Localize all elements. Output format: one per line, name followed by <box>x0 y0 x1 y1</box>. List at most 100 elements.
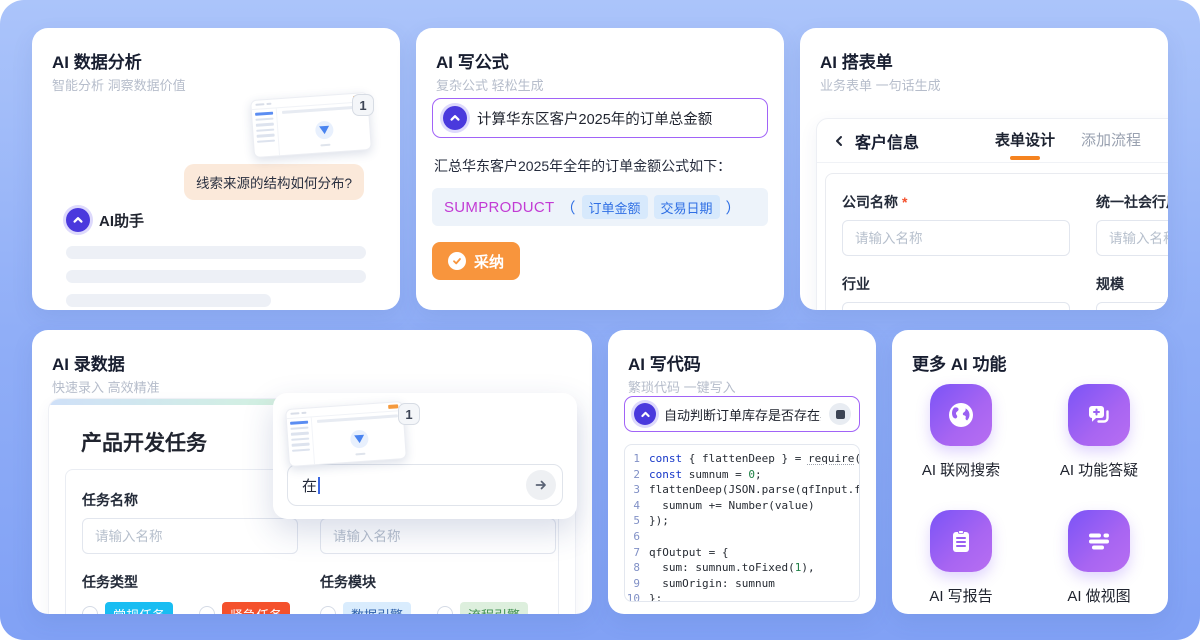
code-line: 1const { flattenDeep } = require('lodas <box>625 451 859 467</box>
thumbnail-orange-button <box>388 404 398 409</box>
ai-prompt-input[interactable]: 计算华东区客户2025年的订单总金额 <box>432 98 768 138</box>
line-content: const sumnum = 0; <box>649 467 859 483</box>
radio-option[interactable]: 紧急任务 <box>199 602 290 614</box>
radio-circle-icon[interactable] <box>199 606 215 614</box>
industry-select[interactable]: 请选择 ▼ <box>842 302 1070 310</box>
line-number: 10 <box>625 591 649 602</box>
line-content: const { flattenDeep } = require('lodas <box>649 451 859 467</box>
feature-item[interactable]: AI 做视图 <box>1030 510 1168 606</box>
company-name-input[interactable] <box>842 220 1070 256</box>
globe-icon <box>930 384 992 446</box>
radio-option[interactable]: 常规任务 <box>82 602 173 614</box>
radio-circle-icon[interactable] <box>82 606 98 614</box>
option-tag: 数据引擎 <box>343 602 411 614</box>
radio-option[interactable]: 数据引擎 <box>320 602 411 614</box>
tab-form-design[interactable]: 表单设计 <box>995 119 1055 163</box>
field-chip: 订单金额 <box>582 195 648 219</box>
option-tag: 流程引擎 <box>460 602 528 614</box>
ai-entry-dialog: 1 在 <box>273 393 577 519</box>
accept-button[interactable]: 采纳 <box>432 242 520 280</box>
card-subtitle: 繁琐代码 一键写入 <box>628 377 736 396</box>
field-label: 公司名称* <box>842 192 1070 212</box>
ai-typing-input[interactable]: 在 <box>287 464 563 506</box>
card-title: AI 写公式 <box>436 48 509 73</box>
card-ai-data-entry: AI 录数据 快速录入 高效精准 产品开发任务 任务名称 <box>32 330 592 614</box>
ai-prompt-input[interactable]: 自动判断订单库存是否存在异常 <box>624 396 860 432</box>
line-content: sum: sumnum.toFixed(1), <box>649 560 859 576</box>
radio-option[interactable]: 流程引擎 <box>437 602 528 614</box>
code-editor-lines: 1const { flattenDeep } = require('lodas2… <box>625 451 859 602</box>
card-subtitle: 智能分析 洞察数据价值 <box>52 75 186 94</box>
credit-code-input[interactable] <box>1096 220 1168 256</box>
task-type-options: 常规任务 紧急任务 <box>82 602 298 614</box>
scale-select[interactable]: 请选择 ▼ <box>1096 302 1168 310</box>
feature-label: AI 功能答疑 <box>1060 459 1138 480</box>
field-label: 规模 <box>1096 274 1168 294</box>
code-line: 10}; <box>625 591 859 602</box>
thumbnail-content <box>312 411 406 465</box>
back-button[interactable] <box>833 135 845 147</box>
line-number: 8 <box>625 560 649 576</box>
funnel-chart-icon <box>314 120 333 139</box>
card-subtitle: 业务表单 一句话生成 <box>820 75 941 94</box>
send-button[interactable] <box>526 470 556 500</box>
line-number: 2 <box>625 467 649 483</box>
radio-circle-icon[interactable] <box>320 606 336 614</box>
accept-label: 采纳 <box>474 251 504 272</box>
feature-item[interactable]: AI 写报告 <box>892 510 1030 606</box>
ai-assistant-icon <box>634 403 656 425</box>
feature-label: AI 做视图 <box>1067 585 1130 606</box>
feature-item[interactable]: AI 联网搜索 <box>892 384 1030 480</box>
feature-item[interactable]: AI 功能答疑 <box>1030 384 1168 480</box>
step-badge: 1 <box>398 403 420 425</box>
formula-result: SUMPRODUCT （ 订单金额 交易日期 ） <box>432 188 768 226</box>
card-ai-data-analysis: AI 数据分析 智能分析 洞察数据价值 1 线索来源的结构如何分布? <box>32 28 400 310</box>
views-icon <box>1068 510 1130 572</box>
card-title: 更多 AI 功能 <box>912 350 1006 375</box>
report-icon <box>930 510 992 572</box>
ai-assistant-icon <box>443 106 467 130</box>
task-name-input[interactable] <box>82 518 298 554</box>
task-module-options: 数据引擎 流程引擎 <box>320 602 556 614</box>
field-label: 任务名称 <box>82 490 298 510</box>
typed-text: 在 <box>302 475 317 496</box>
funnel-chart-icon <box>349 429 368 448</box>
field-label: 统一社会行用 <box>1096 192 1168 212</box>
line-content: flattenDeep(JSON.parse(qfInput.field1 <box>649 482 859 498</box>
card-ai-form-builder: AI 搭表单 业务表单 一句话生成 客户信息 表单设计 添加流程 <box>800 28 1168 310</box>
line-number: 9 <box>625 576 649 592</box>
code-line: 9 sumOrigin: sumnum <box>625 576 859 592</box>
form-heading: 产品开发任务 <box>81 427 207 457</box>
stop-button[interactable] <box>829 403 851 425</box>
stop-icon <box>836 410 845 419</box>
tab-label: 添加流程 <box>1081 132 1141 149</box>
chat-plus-icon <box>1068 384 1130 446</box>
field-label: 任务类型 <box>82 572 298 592</box>
form-fields-card: 公司名称* 统一社会行用 行业 <box>825 173 1168 310</box>
line-content: sumnum += Number(value) <box>649 498 859 514</box>
assistant-row: AI助手 <box>66 208 144 232</box>
radio-circle-icon[interactable] <box>437 606 453 614</box>
tab-bar: 表单设计 添加流程 <box>995 119 1167 163</box>
card-ai-formula: AI 写公式 复杂公式 轻松生成 计算华东区客户2025年的订单总金额 汇总华东… <box>416 28 784 310</box>
app-screenshot-thumbnail <box>285 401 407 467</box>
line-number: 7 <box>625 545 649 561</box>
skeleton-line <box>66 294 271 307</box>
card-title: AI 录数据 <box>52 350 125 375</box>
feature-label: AI 写报告 <box>929 585 992 606</box>
task-name-input-2[interactable] <box>320 518 556 554</box>
feature-label: AI 联网搜索 <box>922 459 1000 480</box>
code-line: 3flattenDeep(JSON.parse(qfInput.field1 <box>625 482 859 498</box>
line-number: 1 <box>625 451 649 467</box>
panel-header: 客户信息 表单设计 添加流程 <box>817 119 1168 163</box>
code-line: 5}); <box>625 513 859 529</box>
card-more-ai-features: 更多 AI 功能 AI 联网搜索 AI 功能答疑 AI 写报告 AI 做视图 <box>892 330 1168 614</box>
line-number: 6 <box>625 529 649 545</box>
code-editor[interactable]: 1const { flattenDeep } = require('lodas2… <box>624 444 860 602</box>
ai-assistant-icon <box>66 208 90 232</box>
active-tab-underline <box>1010 156 1040 160</box>
user-question-bubble: 线索来源的结构如何分布? <box>184 164 364 200</box>
code-line: 7qfOutput = { <box>625 545 859 561</box>
field-label: 行业 <box>842 274 1070 294</box>
tab-add-flow[interactable]: 添加流程 <box>1081 119 1141 163</box>
